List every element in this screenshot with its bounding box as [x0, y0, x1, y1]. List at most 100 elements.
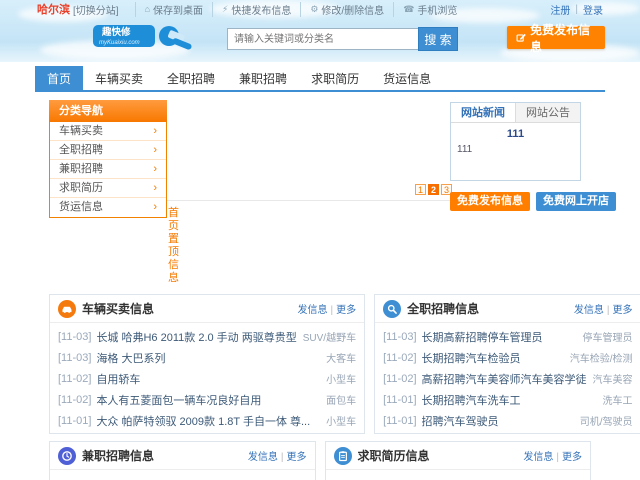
lightning-icon: ⚡ [222, 4, 228, 15]
parttime-panel-header: 兼职招聘信息 发信息|更多 [50, 442, 315, 470]
gear-icon: ⚙ [310, 4, 318, 15]
page-2-active[interactable]: 2 [428, 184, 439, 195]
sidebar-item-vehicle[interactable]: 车辆买卖› [50, 122, 166, 141]
news-headline[interactable]: 111 [457, 128, 574, 140]
item-category[interactable]: 汽车检验/检测 [570, 350, 633, 365]
logo-title: 趣快修 [101, 26, 131, 38]
item-title[interactable]: 长期高薪招聘停车管理员 [422, 329, 577, 345]
topbar-account: 注册 | 登录 [550, 2, 603, 17]
save-to-desktop-link[interactable]: ⌂保存到桌面 [135, 2, 212, 17]
nav-home[interactable]: 首页 [35, 66, 83, 90]
login-link[interactable]: 登录 [583, 2, 603, 17]
item-title[interactable]: 本人有五菱面包一辆车况良好自用 [96, 392, 320, 408]
tab-site-news[interactable]: 网站新闻 [451, 103, 515, 122]
sidebar-item-parttime[interactable]: 兼职招聘› [50, 160, 166, 179]
current-city: 哈尔滨 [37, 1, 70, 17]
chevron-right-icon: › [153, 179, 157, 198]
action-buttons: 免费发布信息 免费网上开店 [450, 192, 616, 211]
panel-title: 兼职招聘信息 [82, 447, 248, 464]
item-title[interactable]: 高薪招聘汽车美容师汽车美容学徒 [422, 371, 587, 387]
post-info-link[interactable]: 发信息 [523, 452, 553, 463]
item-title[interactable]: 海格 大巴系列 [96, 350, 320, 366]
vehicle-list: [11-03] 长城 哈弗H6 2011款 2.0 手动 两驱尊贵型 SUV/越野车… [50, 323, 364, 433]
more-link[interactable]: 更多 [287, 452, 307, 463]
chevron-right-icon: › [153, 198, 157, 217]
item-category[interactable]: 停车管理员 [583, 329, 633, 344]
mobile-browse-link[interactable]: ☎手机浏览 [393, 2, 466, 17]
post-info-link[interactable]: 发信息 [248, 452, 278, 463]
nav-vehicle[interactable]: 车辆买卖 [83, 66, 155, 90]
more-link[interactable]: 更多 [613, 305, 633, 316]
news-panel: 网站新闻 网站公告 111 111 [450, 102, 581, 181]
item-date: [11-02] [383, 373, 416, 385]
magnifier-icon [383, 300, 401, 318]
item-category[interactable]: SUV/越野车 [303, 329, 356, 344]
site-header: 趣快修 myKuaixiu.com 搜 索 免费发布信息 [35, 18, 605, 62]
list-item: [11-02]自用轿车小型车 [58, 368, 356, 389]
free-post-button[interactable]: 免费发布信息 [507, 26, 605, 49]
item-category[interactable]: 小型车 [326, 413, 356, 428]
post-info-link[interactable]: 发信息 [297, 305, 327, 316]
header-banner: 哈尔滨 [切换分站] ⌂保存到桌面 ⚡快捷发布信息 ⚙修改/删除信息 ☎手机浏览… [0, 0, 640, 62]
panel-title: 全职招聘信息 [407, 300, 574, 317]
nav-parttime[interactable]: 兼职招聘 [227, 66, 299, 90]
news-body: 111 111 [451, 123, 580, 180]
item-title[interactable]: 招聘汽车驾驶员 [422, 413, 574, 429]
nav-resume[interactable]: 求职简历 [299, 66, 371, 90]
register-link[interactable]: 注册 [550, 2, 570, 17]
page-1[interactable]: 1 [415, 184, 426, 195]
free-open-shop-button[interactable]: 免费网上开店 [536, 192, 616, 211]
list-item: [11-01] 长期招聘汽车洗车工洗车工 [383, 389, 632, 410]
item-title[interactable]: 长城 哈弗H6 2011款 2.0 手动 两驱尊贵型 [96, 329, 296, 345]
more-link[interactable]: 更多 [562, 452, 582, 463]
search-input[interactable] [227, 28, 419, 50]
sidebar-item-fulltime[interactable]: 全职招聘› [50, 141, 166, 160]
panel-title: 求职简历信息 [358, 447, 524, 464]
item-category[interactable]: 小型车 [326, 371, 356, 386]
item-date: [11-01] [383, 394, 416, 406]
fulltime-panel-header: 全职招聘信息 发信息|更多 [375, 295, 640, 323]
main-area: 分类导航 车辆买卖› 全职招聘› 兼职招聘› 求职简历› 货运信息› 1 2 3… [35, 92, 605, 294]
tab-site-notice[interactable]: 网站公告 [515, 103, 580, 122]
pencil-icon [516, 32, 526, 43]
item-date: [11-03] [58, 352, 91, 364]
news-item[interactable]: 111 [457, 144, 574, 155]
item-category[interactable]: 大客车 [326, 350, 356, 365]
news-tabs: 网站新闻 网站公告 [451, 103, 580, 123]
nav-fulltime[interactable]: 全职招聘 [155, 66, 227, 90]
vehicle-panel: 车辆买卖信息 发信息|更多 [11-03]长城 哈弗H6 2011款 2.0 手… [49, 294, 365, 434]
item-title[interactable]: 自用轿车 [96, 371, 320, 387]
sidebar-item-freight[interactable]: 货运信息› [50, 198, 166, 217]
item-date: [11-03] [58, 331, 91, 343]
more-link[interactable]: 更多 [336, 305, 356, 316]
list-item: [11-01]大众 帕萨特领驭 2009款 1.8T 手自一体 尊...小型车 [58, 410, 356, 431]
search-bar: 搜 索 [227, 27, 458, 51]
item-category[interactable]: 汽车美容 [593, 371, 633, 386]
main-nav: 首页 车辆买卖 全职招聘 兼职招聘 求职简历 货运信息 [35, 66, 605, 92]
desktop-icon: ⌂ [145, 4, 150, 14]
free-post-info-button[interactable]: 免费发布信息 [450, 192, 530, 211]
item-title[interactable]: 大众 帕萨特领驭 2009款 1.8T 手自一体 尊... [96, 413, 320, 429]
chevron-right-icon: › [153, 122, 157, 141]
post-info-link[interactable]: 发信息 [574, 305, 604, 316]
site-logo[interactable]: 趣快修 myKuaixiu.com [93, 20, 197, 55]
item-category[interactable]: 洗车工 [603, 392, 633, 407]
logo-domain: myKuaixiu.com [99, 40, 140, 46]
nav-freight[interactable]: 货运信息 [371, 66, 443, 90]
list-item: [11-02]本人有五菱面包一辆车况良好自用面包车 [58, 389, 356, 410]
item-title[interactable]: 长期招聘汽车检验员 [422, 350, 564, 366]
sidebar-item-resume[interactable]: 求职简历› [50, 179, 166, 198]
item-title[interactable]: 长期招聘汽车洗车工 [422, 392, 597, 408]
item-category[interactable]: 面包车 [326, 392, 356, 407]
list-item: [11-02]长期招聘汽车检验员汽车检验/检测 [383, 347, 632, 368]
pinned-info-vertical-title: 首页置顶信息 [168, 207, 181, 285]
quick-post-link[interactable]: ⚡快捷发布信息 [212, 2, 300, 17]
edit-delete-link[interactable]: ⚙修改/删除信息 [300, 2, 393, 17]
car-icon [58, 300, 76, 318]
item-category[interactable]: 司机/驾驶员 [580, 413, 633, 428]
switch-city-link[interactable]: [切换分站] [73, 2, 119, 17]
topbar-menu: ⌂保存到桌面 ⚡快捷发布信息 ⚙修改/删除信息 ☎手机浏览 [135, 2, 467, 17]
search-button[interactable]: 搜 索 [418, 27, 458, 51]
chevron-right-icon: › [153, 160, 157, 179]
parttime-job-panel: 兼职招聘信息 发信息|更多 [49, 441, 316, 480]
